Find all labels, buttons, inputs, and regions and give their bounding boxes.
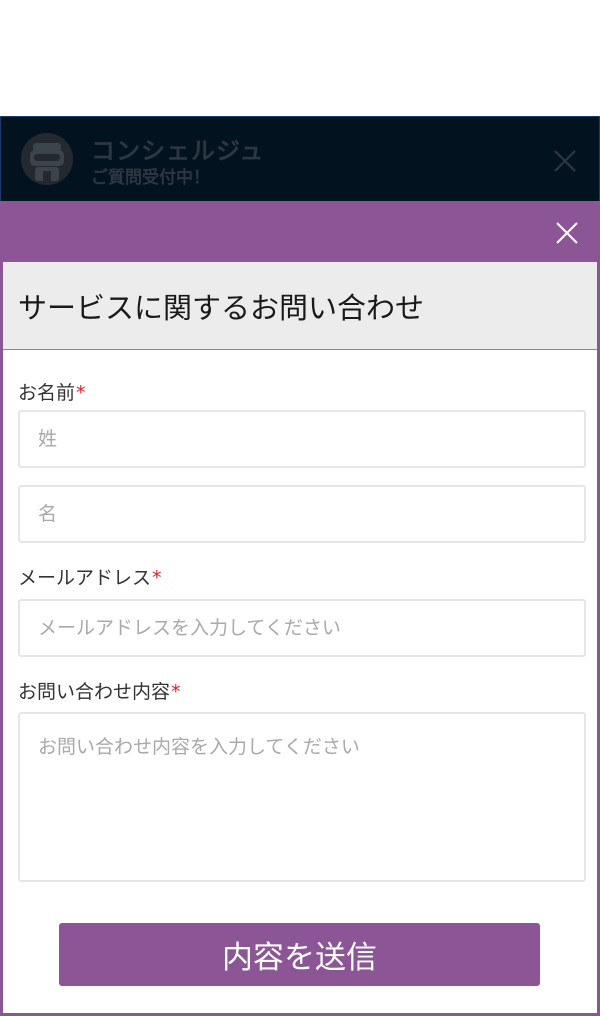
contact-form-modal: サービスに関するお問い合わせ お名前* メールアドレス* お問い合わせ内容* 内…: [0, 201, 600, 1016]
message-label-text: お問い合わせ内容: [18, 681, 171, 703]
chat-header: コンシェルジュ ご質問受付中！: [0, 116, 600, 202]
required-mark: *: [76, 382, 86, 404]
name-label: お名前*: [18, 378, 86, 405]
form-heading: サービスに関するお問い合わせ: [3, 262, 597, 350]
close-icon[interactable]: [553, 149, 577, 173]
submit-button[interactable]: 内容を送信: [59, 923, 540, 986]
last-name-input[interactable]: [18, 410, 586, 468]
email-label-text: メールアドレス: [18, 567, 152, 589]
first-name-input[interactable]: [18, 485, 586, 543]
message-textarea[interactable]: [18, 712, 586, 882]
email-label: メールアドレス*: [18, 563, 162, 590]
page: コンシェルジュ ご質問受付中！ サービスに関するお問い合わせ お名前* 姓 名 …: [0, 0, 600, 1016]
modal-topbar: [0, 201, 600, 262]
chat-status: ご質問受付中！: [91, 168, 210, 188]
required-mark: *: [152, 567, 162, 589]
robot-avatar-icon: [21, 133, 73, 185]
form-body: サービスに関するお問い合わせ お名前* メールアドレス* お問い合わせ内容* 内…: [3, 262, 597, 1013]
close-icon[interactable]: [556, 222, 578, 244]
email-input[interactable]: [18, 599, 586, 657]
required-mark: *: [171, 681, 181, 703]
message-label: お問い合わせ内容*: [18, 677, 181, 704]
form-title: サービスに関するお問い合わせ: [18, 290, 425, 325]
chat-title: コンシェルジュ: [91, 137, 265, 165]
name-label-text: お名前: [18, 382, 76, 404]
